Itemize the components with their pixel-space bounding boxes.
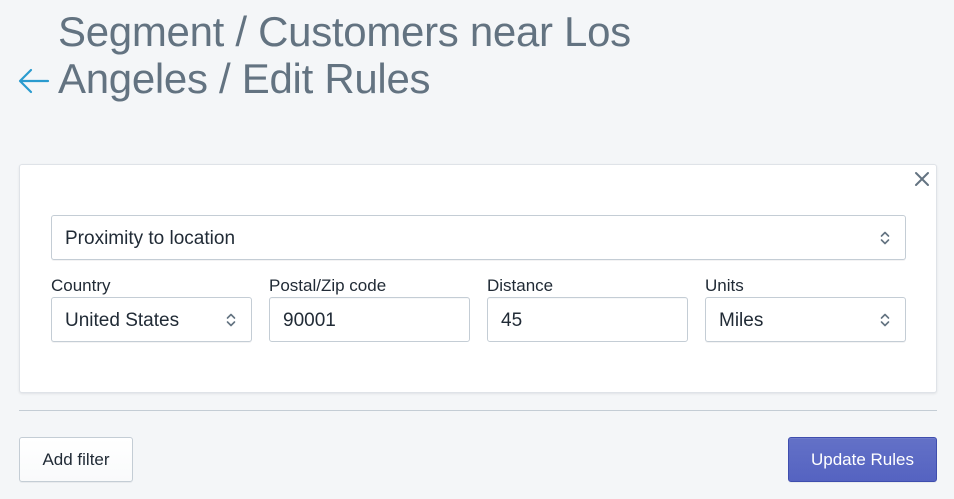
add-filter-button[interactable]: Add filter <box>19 437 133 482</box>
postal-code-value: 90001 <box>283 310 336 331</box>
country-label: Country <box>51 276 111 295</box>
close-button[interactable] <box>913 170 931 188</box>
page-title: Segment / Customers near Los Angeles / E… <box>58 8 631 102</box>
filter-type-select[interactable]: Proximity to location <box>51 215 906 260</box>
units-label: Units <box>705 276 744 295</box>
distance-value: 45 <box>501 310 523 331</box>
filter-type-value: Proximity to location <box>65 228 236 249</box>
close-icon <box>915 172 929 186</box>
distance-label: Distance <box>487 276 554 295</box>
filter-card: Proximity to location Country United Sta… <box>19 164 937 393</box>
units-value: Miles <box>719 310 764 331</box>
select-caret-icon <box>880 231 890 245</box>
back-button[interactable] <box>17 64 51 98</box>
update-rules-button[interactable]: Update Rules <box>788 437 937 482</box>
country-select[interactable]: United States <box>51 297 252 342</box>
select-caret-icon <box>226 313 236 327</box>
units-select[interactable]: Miles <box>705 297 906 342</box>
postal-code-label: Postal/Zip code <box>269 276 387 295</box>
distance-input[interactable]: 45 <box>487 297 688 342</box>
divider <box>19 410 937 411</box>
country-value: United States <box>65 310 180 331</box>
select-caret-icon <box>880 313 890 327</box>
arrow-left-icon <box>18 68 50 94</box>
postal-code-input[interactable]: 90001 <box>269 297 470 342</box>
